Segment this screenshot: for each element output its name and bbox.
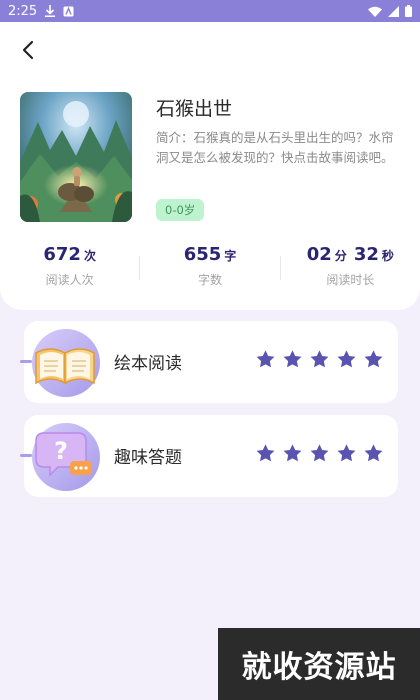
star-icon [337, 444, 356, 462]
stat-duration-minutes-unit: 分 [334, 249, 347, 263]
star-icon [364, 350, 383, 368]
book-intro: 简介：石猴真的是从石头里出生的吗？水帘洞又是怎么被发现的？快点击故事阅读吧。 [156, 130, 394, 165]
status-time: 2:25 [8, 3, 38, 19]
activity-picture-book-reading[interactable]: 绘本阅读 [20, 321, 398, 403]
star-icon [310, 444, 329, 462]
open-book-icon [35, 348, 95, 385]
question-chat-icon: ? [35, 432, 92, 477]
status-bar: 2:25 [0, 0, 420, 22]
stat-word-count: 655 字 字数 [140, 244, 279, 300]
stat-word-count-label: 字数 [197, 273, 222, 287]
back-arrow-icon [22, 40, 34, 60]
stat-duration-seconds: 32 [353, 244, 379, 265]
star-icon [256, 444, 275, 462]
download-icon [45, 5, 56, 17]
star-icon [283, 350, 302, 368]
stat-read-count-value: 672 [43, 244, 81, 265]
activity-label-reading: 绘本阅读 [114, 354, 182, 374]
app-notification-icon [63, 6, 74, 17]
stat-read-count: 672 次 阅读人次 [0, 244, 139, 300]
stat-duration-minutes: 02 [306, 244, 332, 265]
stat-word-count-value: 655 [183, 244, 222, 265]
activity-label-quiz: 趣味答题 [114, 448, 182, 468]
star-icon [256, 350, 275, 368]
star-icon [337, 350, 356, 368]
svg-text:?: ? [54, 437, 68, 465]
stat-read-count-unit: 次 [83, 249, 96, 263]
stats-row: 672 次 阅读人次 655 字 字数 02 分 32 秒 阅读时长 [0, 244, 420, 300]
battery-icon [405, 5, 412, 17]
activity-fun-quiz[interactable]: ? 趣味答题 [20, 415, 398, 497]
rating-stars [255, 349, 384, 370]
stat-read-duration-label: 阅读时长 [326, 273, 375, 287]
signal-icon [388, 5, 399, 17]
stat-word-count-unit: 字 [224, 249, 237, 263]
star-icon [310, 350, 329, 368]
age-badge: 0-0岁 [156, 199, 205, 221]
rating-stars [255, 443, 384, 464]
book-cover-image[interactable] [20, 92, 132, 222]
back-button[interactable] [14, 36, 42, 64]
stat-duration-seconds-unit: 秒 [381, 249, 394, 263]
stat-read-duration: 02 分 32 秒 阅读时长 [281, 244, 420, 300]
stat-read-count-label: 阅读人次 [45, 273, 94, 287]
star-icon [364, 444, 383, 462]
star-icon [283, 444, 302, 462]
book-title: 石猴出世 [156, 98, 233, 120]
book-info-card: 石猴出世 简介：石猴真的是从石头里出生的吗？水帘洞又是怎么被发现的？快点击故事阅… [0, 22, 420, 310]
watermark: 就收资源站 [218, 628, 420, 700]
wifi-icon [368, 6, 382, 17]
